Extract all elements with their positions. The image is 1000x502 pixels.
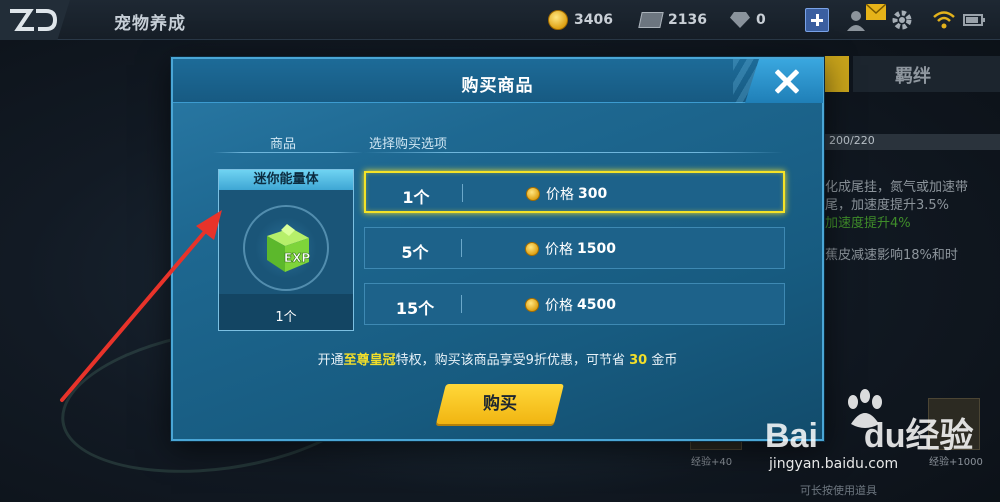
- column-options-header: 选择购买选项: [369, 137, 448, 152]
- buy-button[interactable]: 购买: [436, 384, 564, 424]
- coin-icon: [526, 187, 540, 201]
- game-logo-icon: [10, 9, 58, 31]
- coin-balance: 3406: [548, 8, 613, 32]
- skill-desc-line: 化成尾挂，氮气或加速带: [825, 180, 969, 195]
- mail-icon[interactable]: [866, 4, 886, 20]
- coin-icon: [525, 298, 539, 312]
- coin-icon: [548, 10, 568, 30]
- exp-label: EXP: [284, 251, 310, 265]
- baidu-watermark: Bai du经验 jingyan.baidu.com: [765, 388, 995, 488]
- option-count: 1个: [402, 188, 430, 207]
- skill-desc-line: 蕉皮减速影响18%和时: [825, 248, 958, 263]
- option-count: 5个: [401, 243, 429, 262]
- option-price: 价格 1500: [525, 239, 616, 259]
- coin-count: 3406: [574, 12, 613, 28]
- battery-icon: [963, 14, 985, 26]
- option-5[interactable]: 5个 价格 1500: [364, 227, 785, 269]
- vip-link[interactable]: 至尊皇冠: [344, 353, 396, 368]
- vip-discount-note: 开通至尊皇冠特权，购买该商品享受9折优惠，可节省 30 金币: [317, 353, 678, 368]
- gear-icon[interactable]: [890, 8, 914, 32]
- option-15[interactable]: 15个 价格 4500: [364, 283, 785, 325]
- purchase-dialog: 购买商品 商品 选择购买选项 迷你能量体 EXP 1个 1个 价格 300 5个…: [171, 57, 824, 441]
- add-currency-button[interactable]: [805, 8, 829, 32]
- page-title: 宠物养成: [114, 14, 186, 34]
- ticket-icon: [638, 12, 664, 28]
- dialog-title: 购买商品: [461, 76, 534, 96]
- divider: [363, 152, 783, 153]
- divider: [213, 152, 363, 153]
- item-name: 迷你能量体: [219, 170, 353, 190]
- gem-icon: [730, 12, 750, 28]
- tab-bond[interactable]: 羁绊: [853, 56, 1000, 92]
- exp-cube-icon: EXP: [267, 224, 311, 272]
- skill-desc-line: 加速度提升4%: [825, 216, 911, 231]
- tab-active-marker: [823, 56, 849, 92]
- coin-icon: [525, 242, 539, 256]
- progress-bar: 200/220: [823, 134, 1000, 150]
- item-quantity: 1个: [275, 310, 297, 325]
- top-bar: 宠物养成 3406 2136 0: [0, 0, 1000, 40]
- option-count: 15个: [395, 299, 435, 318]
- option-price: 价格 4500: [525, 295, 616, 315]
- back-logo-button[interactable]: [0, 0, 70, 40]
- watermark-url: jingyan.baidu.com: [769, 456, 899, 472]
- dialog-header: 购买商品: [173, 59, 823, 103]
- option-price: 价格 300: [526, 184, 607, 204]
- ticket-balance: 2136: [638, 8, 707, 32]
- column-item-header: 商品: [270, 137, 297, 152]
- gem-count: 0: [756, 12, 766, 28]
- wifi-icon: [933, 11, 955, 29]
- ticket-count: 2136: [668, 12, 707, 28]
- gem-balance: 0: [730, 8, 766, 32]
- skill-desc-line: 尾，加速度提升3.5%: [825, 198, 950, 213]
- item-card: 迷你能量体 EXP 1个: [218, 169, 354, 331]
- watermark-brand: Bai du经验: [765, 417, 974, 455]
- option-1[interactable]: 1个 价格 300: [364, 171, 785, 213]
